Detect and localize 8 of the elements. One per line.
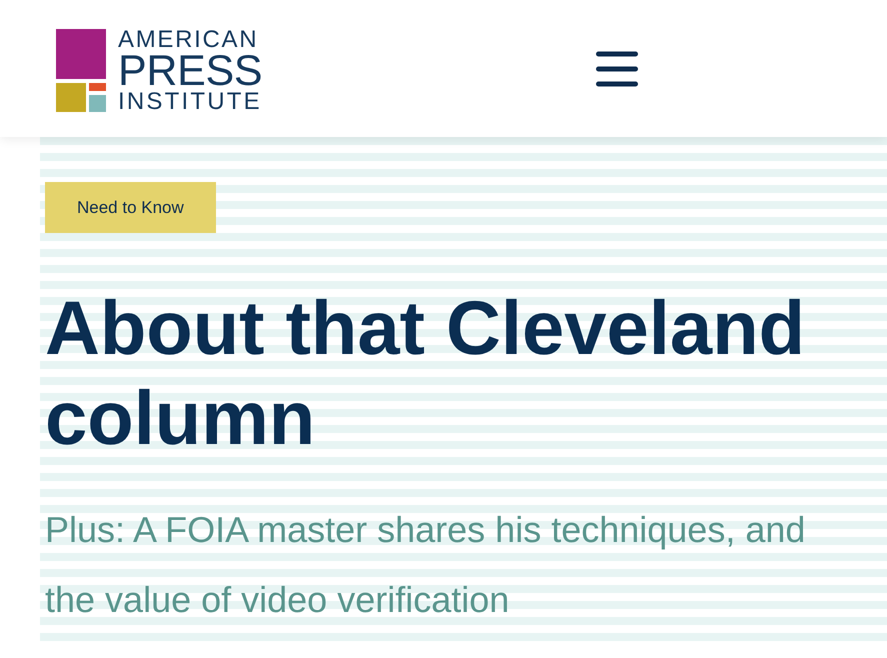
menu-icon bbox=[596, 50, 638, 88]
logo-icon bbox=[56, 29, 106, 112]
article-subtitle: Plus: A FOIA master shares his techniques, and the value of video verification bbox=[45, 508, 806, 622]
logo-text: AMERICAN bbox=[118, 29, 258, 51]
article-title: About that Cleveland column bbox=[45, 285, 806, 463]
logo-text: INSTITUTE bbox=[118, 91, 262, 113]
category-tag[interactable]: Need to Know bbox=[45, 182, 216, 233]
logo-text: PRESS bbox=[118, 51, 262, 91]
